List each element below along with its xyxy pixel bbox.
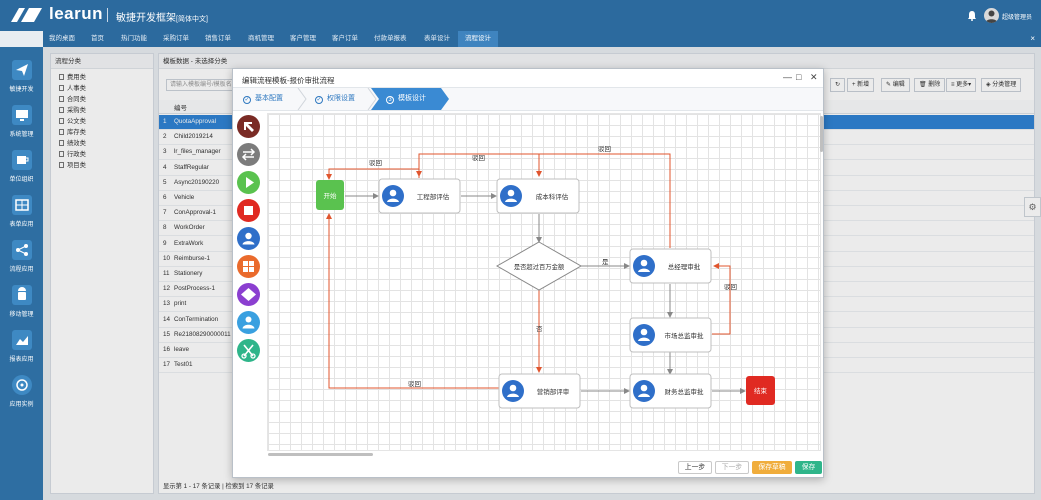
task-node-market[interactable]: 市场总监审批 — [629, 317, 712, 353]
task-node-finance[interactable]: 财务总监审批 — [629, 373, 712, 409]
svg-text:成本科评估: 成本科评估 — [536, 192, 569, 201]
sidebar-item-agile[interactable]: 敏捷开发 — [0, 52, 43, 96]
tab-opportunity[interactable]: 商机管理 — [248, 31, 280, 47]
sidebar-item-system[interactable]: 系统管理 — [0, 97, 43, 141]
save-button[interactable]: 保存 — [795, 461, 822, 474]
canvas-vertical-scrollbar[interactable] — [820, 116, 823, 152]
edge-label-reject: 驳回 — [369, 159, 382, 167]
flow-canvas[interactable]: 驳回 驳回 驳回 是 否 驳回 驳回 开始 结束 是否超过百万金额 工程部评估 … — [267, 113, 821, 451]
step-template-design[interactable]: 3 模板设计 — [386, 88, 426, 110]
step-number: 3 — [386, 96, 394, 104]
sidebar-item-org[interactable]: 单位组织 — [0, 142, 43, 186]
cup-icon — [11, 150, 32, 170]
android-icon — [11, 285, 32, 305]
edge-label-no: 否 — [536, 325, 543, 333]
sidebar-item-form-app[interactable]: 表单应用 — [0, 187, 43, 231]
svg-text:开始: 开始 — [324, 191, 338, 200]
wizard-steps: ✓ 基本配置 ✓ 权限设置 3 模板设计 — [233, 87, 823, 111]
end-node[interactable]: 结束 — [746, 376, 775, 405]
sidebar-item-report[interactable]: 报表应用 — [0, 322, 43, 366]
nav-tabs: 我的桌面 首页 热门功能 采购订单 销售订单 商机管理 客户管理 客户订单 付款… — [43, 31, 1041, 47]
connector-tool-icon[interactable] — [237, 143, 260, 166]
logo-icon — [11, 8, 42, 22]
task-node-sales[interactable]: 营销部评审 — [498, 373, 581, 409]
grid-node-tool-icon[interactable] — [237, 255, 260, 278]
end-node-tool-icon[interactable] — [237, 199, 260, 222]
dialog-title: 编辑流程模板-报价审批流程 — [242, 76, 335, 85]
edge-eng-reject[interactable] — [326, 168, 420, 180]
edge-label-reject: 驳回 — [408, 380, 421, 388]
tab-customer[interactable]: 客户管理 — [290, 31, 322, 47]
task-node-eng[interactable]: 工程部评估 — [378, 178, 461, 214]
check-icon: ✓ — [315, 96, 323, 104]
next-step-button[interactable]: 下一步 — [715, 461, 749, 474]
tab-form-design[interactable]: 表单设计 — [424, 31, 454, 47]
task-node-cost[interactable]: 成本科评估 — [496, 178, 580, 214]
top-bar: learun 敏捷开发框架[简体中文] 超级管理员 — [0, 0, 1041, 31]
svg-text:是否超过百万金额: 是否超过百万金额 — [514, 262, 565, 271]
maximize-icon[interactable]: □ — [796, 72, 801, 82]
edge-market-reject[interactable] — [712, 263, 731, 335]
edge-label-reject: 驳回 — [598, 145, 611, 153]
step-permissions[interactable]: ✓ 权限设置 — [315, 88, 355, 110]
close-icon[interactable]: ✕ — [810, 72, 818, 83]
table-icon — [11, 195, 32, 215]
sidebar-item-examples[interactable]: 应用实例 — [0, 367, 43, 411]
tab-customer-order[interactable]: 客户订单 — [332, 31, 364, 47]
condition-node-tool-icon[interactable] — [237, 283, 260, 306]
avatar[interactable] — [984, 8, 999, 23]
bell-icon[interactable] — [967, 10, 977, 21]
edge-label-reject: 驳回 — [724, 283, 737, 291]
start-node-tool-icon[interactable] — [237, 171, 260, 194]
tab-payment-report[interactable]: 付款单报表 — [374, 31, 414, 47]
svg-text:结束: 结束 — [754, 386, 768, 395]
tab-hot[interactable]: 热门功能 — [121, 31, 153, 47]
edge-sales-reject[interactable] — [326, 213, 499, 389]
tab-my-desktop[interactable]: 我的桌面 — [49, 31, 79, 47]
node-palette — [235, 113, 263, 373]
tab-home[interactable]: 首页 — [91, 31, 111, 47]
check-icon: ✓ — [243, 96, 251, 104]
left-sidebar: 敏捷开发 系统管理 单位组织 表单应用 流程应用 移动管理 报表应用 应用实例 — [0, 47, 43, 500]
svg-text:总经理审批: 总经理审批 — [668, 262, 701, 271]
multi-user-tool-icon[interactable] — [237, 311, 260, 334]
monitor-icon — [11, 105, 32, 125]
tab-sales-order[interactable]: 销售订单 — [205, 31, 237, 47]
flow-diagram: 驳回 驳回 驳回 是 否 驳回 驳回 开始 结束 是否超过百万金额 工程部评估 … — [316, 145, 775, 409]
tab-flow-design[interactable]: 流程设计 — [458, 31, 498, 47]
flow-template-dialog: 编辑流程模板-报价审批流程 — □ ✕ ✓基本配置 ✓权限设置 3模板设计 — [232, 68, 824, 478]
app-subtitle: 敏捷开发框架[简体中文] — [116, 13, 208, 24]
share-icon — [11, 240, 32, 260]
language-switch[interactable]: [简体中文] — [176, 16, 208, 23]
tab-purchase-order[interactable]: 采购订单 — [163, 31, 195, 47]
svg-text:市场总监审批: 市场总监审批 — [665, 331, 705, 340]
user-node-tool-icon[interactable] — [237, 227, 260, 250]
edge-label-reject: 驳回 — [472, 154, 485, 162]
start-node[interactable]: 开始 — [316, 180, 344, 210]
canvas-horizontal-scrollbar[interactable] — [268, 453, 373, 456]
step-basic-config[interactable]: ✓ 基本配置 — [243, 88, 283, 110]
area-chart-icon — [11, 330, 32, 350]
scissors-tool-icon[interactable] — [237, 339, 260, 362]
logo-text: learun — [49, 4, 104, 23]
sidebar-item-mobile[interactable]: 移动管理 — [0, 277, 43, 321]
task-node-gm[interactable]: 总经理审批 — [629, 248, 712, 284]
svg-text:工程部评估: 工程部评估 — [417, 192, 450, 201]
sidebar-item-flow-app[interactable]: 流程应用 — [0, 232, 43, 276]
svg-text:财务总监审批: 财务总监审批 — [665, 387, 705, 396]
edge-label-yes: 是 — [602, 258, 609, 266]
paper-plane-icon — [11, 60, 32, 80]
prev-step-button[interactable]: 上一步 — [678, 461, 712, 474]
pointer-tool-icon[interactable] — [237, 115, 260, 138]
svg-text:营销部评审: 营销部评审 — [537, 387, 570, 396]
decision-node[interactable]: 是否超过百万金额 — [495, 241, 583, 291]
logo-divider — [107, 8, 108, 22]
minimize-icon[interactable]: — — [783, 72, 792, 82]
save-draft-button[interactable]: 保存草稿 — [752, 461, 792, 474]
user-name[interactable]: 超级管理员 — [1002, 12, 1032, 21]
close-all-tabs-icon[interactable]: × — [1030, 34, 1035, 43]
globe-icon — [11, 375, 32, 395]
